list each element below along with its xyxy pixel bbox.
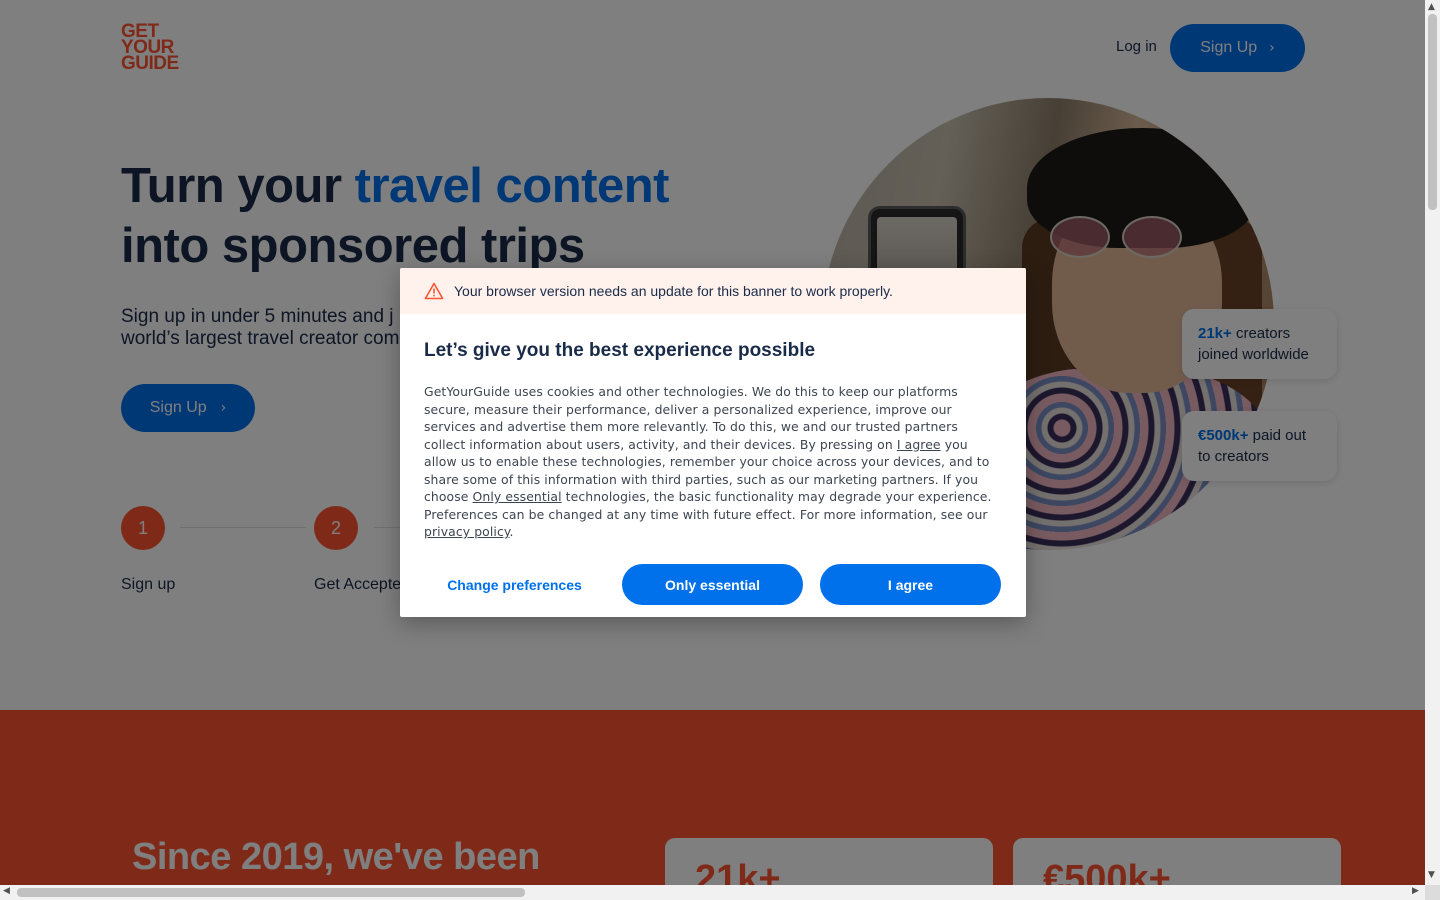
modal-body-text: GetYourGuide uses cookies and other tech… xyxy=(424,384,958,452)
warning-text: Your browser version needs an update for… xyxy=(454,283,893,299)
browser-update-warning: Your browser version needs an update for… xyxy=(400,268,1026,314)
only-essential-link[interactable]: Only essential xyxy=(473,489,562,504)
privacy-policy-link[interactable]: privacy policy xyxy=(424,524,510,539)
cookie-consent-modal: Your browser version needs an update for… xyxy=(400,268,1026,617)
i-agree-button[interactable]: I agree xyxy=(820,564,1001,605)
modal-body: GetYourGuide uses cookies and other tech… xyxy=(424,383,1002,541)
scroll-down-icon[interactable]: ▼ xyxy=(1428,870,1435,880)
i-agree-link[interactable]: I agree xyxy=(897,437,941,452)
vertical-scrollbar[interactable]: ▲ ▼ xyxy=(1425,0,1440,885)
horizontal-scrollbar[interactable]: ◀ ▶ xyxy=(0,885,1425,900)
modal-title: Let’s give you the best experience possi… xyxy=(424,340,816,361)
modal-body-text: . xyxy=(509,524,514,539)
scroll-up-icon[interactable]: ▲ xyxy=(1428,2,1435,12)
change-preferences-button[interactable]: Change preferences xyxy=(424,564,605,605)
modal-actions: Change preferences Only essential I agre… xyxy=(424,564,1002,605)
horizontal-scroll-thumb[interactable] xyxy=(17,888,525,897)
scroll-right-icon[interactable]: ▶ xyxy=(1412,886,1419,896)
vertical-scroll-thumb[interactable] xyxy=(1428,14,1437,210)
only-essential-button[interactable]: Only essential xyxy=(622,564,803,605)
scrollbar-corner xyxy=(1425,885,1440,900)
warning-triangle-icon xyxy=(424,282,444,300)
page: GET YOUR GUIDE Log in Sign Up › Turn you… xyxy=(0,0,1425,885)
scroll-left-icon[interactable]: ◀ xyxy=(3,886,10,896)
